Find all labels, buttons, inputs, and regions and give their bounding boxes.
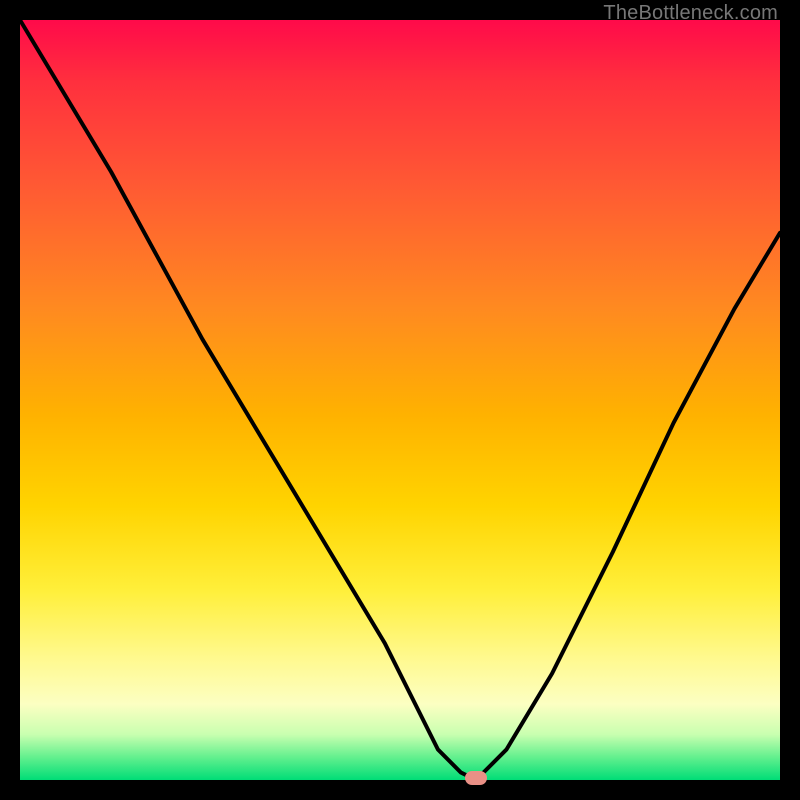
optimum-marker: [465, 771, 487, 785]
bottleneck-curve: [20, 20, 780, 780]
attribution-label: TheBottleneck.com: [603, 2, 778, 25]
chart-frame: TheBottleneck.com: [0, 0, 800, 800]
curve-path: [20, 20, 780, 780]
chart-plot-area: [20, 20, 780, 780]
